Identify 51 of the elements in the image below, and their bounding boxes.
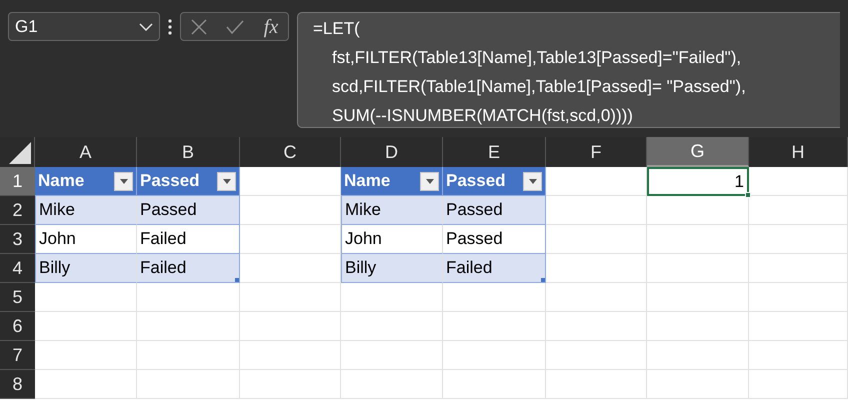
cell-text: Failed [446,257,492,280]
cell-text: Mike [39,199,75,222]
dropdown-arrow-icon [222,178,230,184]
name-box[interactable]: G1 [8,12,160,41]
dropdown-arrow-icon [426,178,434,184]
row-header[interactable]: 4 [0,254,35,283]
row-header[interactable]: 8 [0,370,35,399]
formula-line: fst,FILTER(Table13[Name],Table13[Passed]="Failed"), [332,47,742,69]
row-header[interactable]: 5 [0,283,35,312]
formula-line: SUM(--ISNUMBER(MATCH(fst,scd,0)))) [332,105,633,127]
cell-value: 1 [734,170,744,193]
cell-text: Billy [345,257,376,280]
cell-text: Passed [446,228,503,250]
name-box-value: G1 [15,16,38,38]
row-header[interactable]: 6 [0,312,35,341]
filter-dropdown-button[interactable] [420,172,439,190]
resize-handle-icon[interactable] [235,278,239,282]
row-header[interactable]: 2 [0,196,35,225]
cell[interactable]: 1 [647,167,749,196]
row-header[interactable]: 3 [0,225,35,254]
row-header[interactable]: 7 [0,341,35,370]
filter-dropdown-button[interactable] [114,172,133,190]
cell-text: Failed [140,228,186,250]
column-name: Passed [446,170,506,192]
filter-dropdown-button[interactable] [217,172,236,190]
cell-text: Passed [446,199,503,222]
checkmark-icon[interactable] [226,20,244,34]
filter-dropdown-button[interactable] [523,172,542,190]
cell-text: Failed [140,257,186,280]
dropdown-arrow-icon [120,178,128,184]
column-name: Name [38,170,84,192]
cell-text: Billy [39,257,70,280]
column-name: Name [344,170,390,192]
cell-text: John [39,228,76,250]
fill-handle-icon[interactable] [745,192,751,198]
cancel-icon[interactable] [190,18,207,34]
cell-text: Passed [140,199,197,222]
insert-function-button[interactable]: fx [264,16,278,36]
row-header[interactable]: 1 [0,167,35,196]
formula-line: scd,FILTER(Table1[Name],Table1[Passed]= "Passed"), [332,76,746,98]
resize-handle-icon[interactable] [541,278,545,282]
formula-line: =LET( [313,18,360,40]
formula-field[interactable]: =LET( fst,FILTER(Table13[Name],Table13[Passed]="Failed"), scd,FILTER(Table1[Name],Table1[Passed]= "Passed"), SUM(--ISNUMBER(MATCH(fst,scd,0)))) [297,12,840,128]
more-options-icon[interactable] [168,19,172,35]
cell-text: Mike [345,199,381,222]
cell-text: John [345,228,382,250]
triangle-icon [9,142,31,164]
dropdown-arrow-icon [528,178,536,184]
column-header[interactable]: G [647,137,749,167]
column-name: Passed [140,170,200,192]
chevron-down-icon [139,22,153,30]
